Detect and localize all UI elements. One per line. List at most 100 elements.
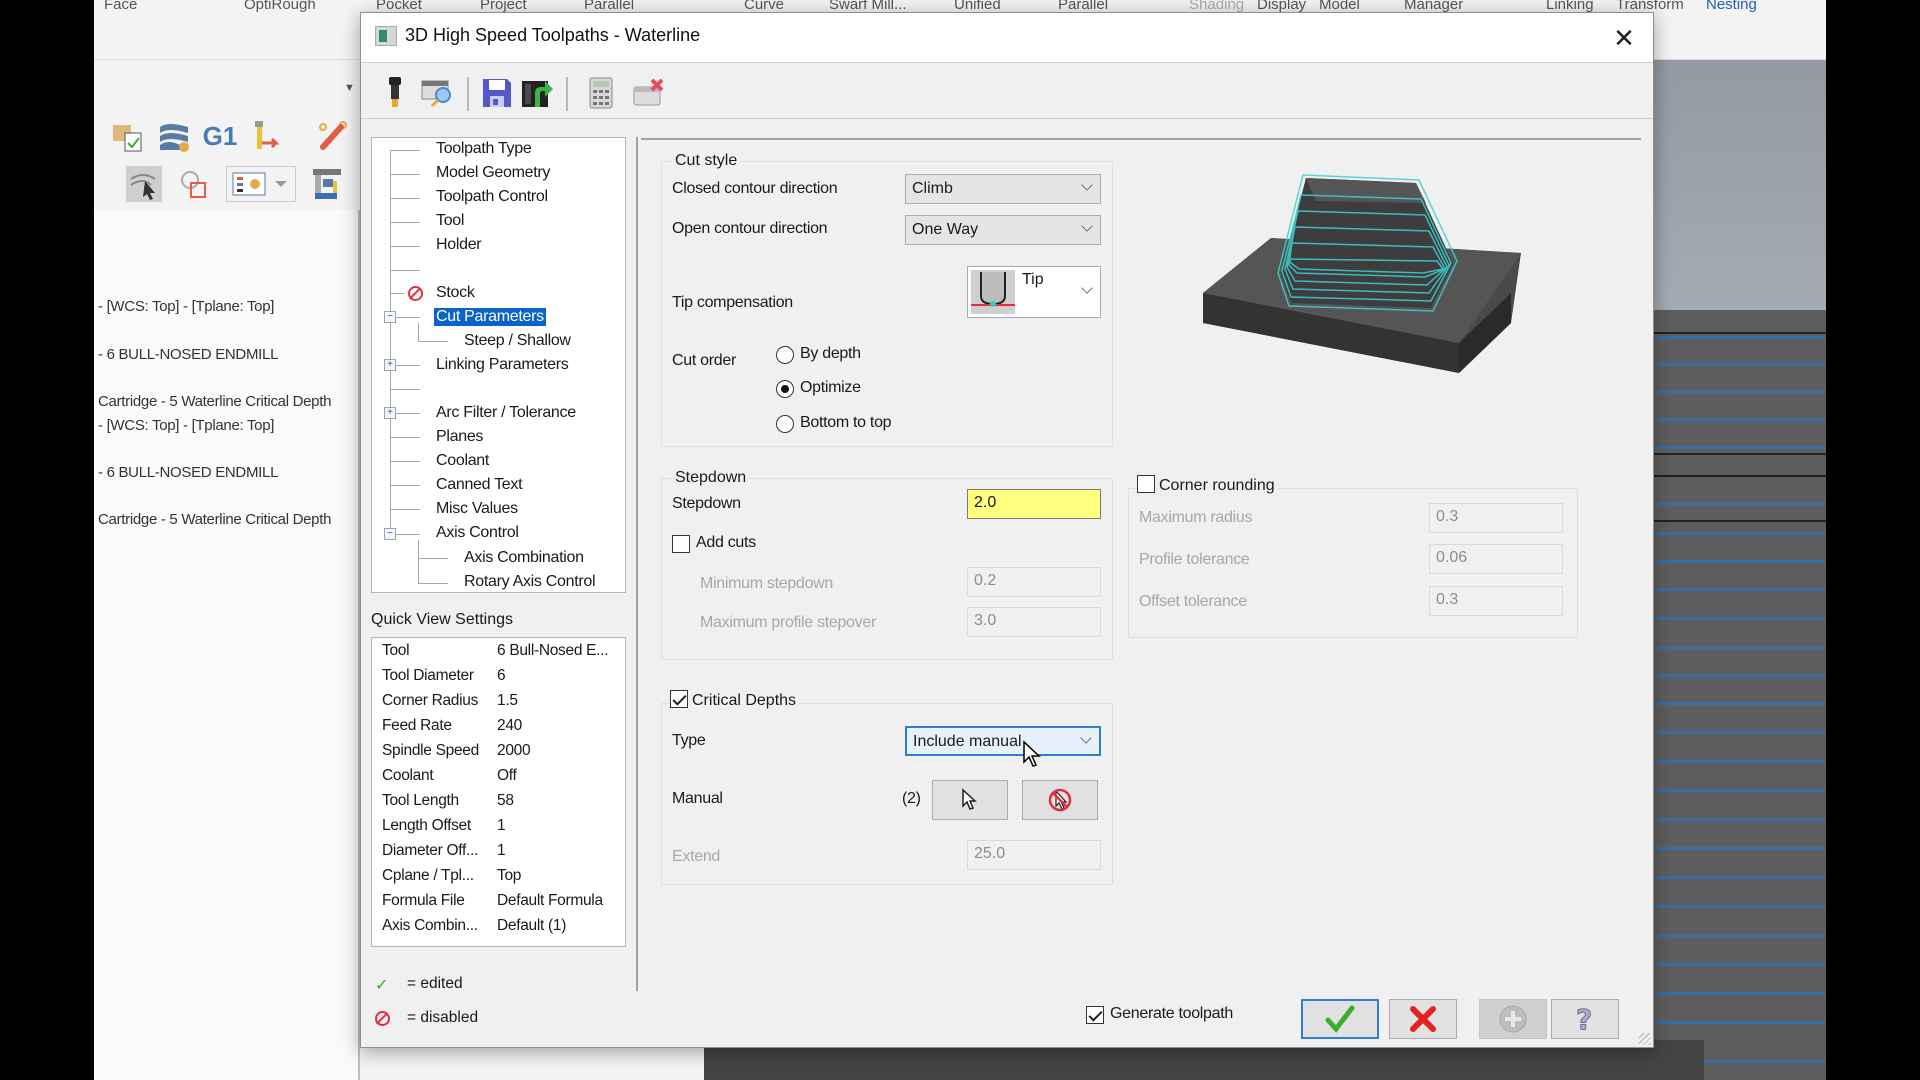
tree-item-cut-parameters[interactable]: Cut Parameters [434, 308, 546, 326]
qv-key: Formula File [382, 892, 465, 909]
qv-key: Length Offset [382, 817, 471, 834]
tree-item-coolant[interactable]: Coolant [436, 452, 489, 470]
add-operation-button[interactable] [1479, 999, 1547, 1039]
pencil-line-icon[interactable] [314, 118, 350, 154]
qv-value: 6 [497, 667, 506, 684]
remove-window-icon[interactable] [631, 75, 667, 111]
add-cuts-label[interactable]: Add cuts [696, 534, 756, 552]
ribbon-optirough[interactable]: OptiRough [244, 0, 316, 13]
profile-tolerance-input[interactable]: 0.06 [1429, 544, 1563, 574]
tree-item-canned-text[interactable]: Canned Text [436, 476, 523, 494]
cut-order-optimize-label[interactable]: Optimize [800, 379, 861, 397]
tree-item-planes[interactable]: Planes [436, 428, 483, 446]
op-line[interactable]: - 6 BULL-NOSED ENDMILL [98, 464, 278, 481]
tip-compensation-icon [971, 270, 1015, 314]
cut-order-bottom-to-top-label[interactable]: Bottom to top [800, 414, 892, 432]
help-button[interactable]: ? [1551, 999, 1619, 1039]
tree-item-linking-parameters[interactable]: Linking Parameters [436, 356, 569, 374]
max-radius-input[interactable]: 0.3 [1429, 503, 1563, 533]
critical-depth-type-select[interactable]: Include manual [905, 726, 1101, 756]
add-cuts-checkbox[interactable] [672, 535, 690, 553]
tool-post-icon[interactable] [248, 118, 284, 154]
table-row: Feed Rate 240 [382, 717, 622, 742]
tree-item-arc-filter[interactable]: Arc Filter / Tolerance [436, 404, 576, 422]
max-stepover-input[interactable]: 3.0 [967, 607, 1101, 637]
op-line[interactable]: Cartridge - 5 Waterline Critical Depth [98, 393, 331, 410]
op-line[interactable]: Cartridge - 5 Waterline Critical Depth [98, 511, 331, 528]
stepdown-input[interactable]: 2.0 [967, 489, 1101, 519]
table-row: Corner Radius 1.5 [382, 692, 622, 717]
ribbon-face[interactable]: Face [104, 0, 137, 13]
min-stepdown-input[interactable]: 0.2 [967, 567, 1101, 597]
tree-item-toolpath-control[interactable]: Toolpath Control [436, 188, 548, 206]
open-contour-value: One Way [912, 221, 979, 238]
graphics-viewport[interactable] [1654, 60, 1826, 1080]
save-icon[interactable] [479, 75, 515, 111]
shape-select-icon[interactable] [176, 166, 212, 202]
op-line[interactable]: - 6 BULL-NOSED ENDMILL [98, 346, 278, 363]
expand-icon[interactable]: + [384, 407, 396, 419]
closed-contour-value: Climb [912, 180, 953, 197]
tree-item-tool[interactable]: Tool [436, 212, 464, 230]
op-line[interactable]: - [WCS: Top] - [Tplane: Top] [98, 298, 274, 315]
collapse-icon[interactable]: − [384, 311, 396, 323]
corner-rounding-checkbox[interactable] [1137, 475, 1155, 493]
closed-contour-select[interactable]: Climb [905, 174, 1101, 204]
waves-settings-icon[interactable] [156, 118, 192, 154]
critical-depths-checkbox[interactable] [670, 690, 688, 708]
tree-item-steep-shallow[interactable]: Steep / Shallow [464, 332, 571, 350]
tree-item-misc-values[interactable]: Misc Values [436, 500, 518, 518]
qv-key: Spindle Speed [382, 742, 479, 759]
offset-tolerance-input[interactable]: 0.3 [1429, 586, 1563, 616]
generate-toolpath-label[interactable]: Generate toolpath [1110, 1005, 1233, 1023]
calculator-icon[interactable] [583, 75, 619, 111]
cut-order-by-depth-label[interactable]: By depth [800, 345, 861, 363]
generate-toolpath-checkbox[interactable] [1086, 1006, 1104, 1024]
cut-style-group: Cut style Closed contour direction Climb… [661, 152, 1113, 447]
tree-item-axis-combination[interactable]: Axis Combination [464, 549, 584, 567]
display-settings-dropdown[interactable] [226, 166, 296, 202]
table-search-icon[interactable] [419, 75, 455, 111]
question-icon: ? [1576, 1004, 1593, 1034]
export-icon[interactable] [519, 75, 555, 111]
clear-selection-icon [1048, 788, 1072, 812]
ok-button[interactable] [1301, 999, 1379, 1039]
ribbon-panel: ▼ G1 [94, 60, 364, 210]
table-row: Tool Length 58 [382, 792, 622, 817]
legend-disabled-text: = disabled [407, 1009, 479, 1026]
tip-compensation-select[interactable]: Tip [967, 266, 1101, 318]
cut-order-bottom-to-top-radio[interactable] [776, 415, 794, 433]
ribbon-collapse-icon[interactable]: ▼ [344, 82, 355, 94]
extend-input[interactable]: 25.0 [967, 840, 1101, 870]
check-icon [1325, 1005, 1355, 1033]
op-line[interactable]: - [WCS: Top] - [Tplane: Top] [98, 417, 274, 434]
tree-item-toolpath-type[interactable]: Toolpath Type [436, 140, 532, 158]
g1-code-icon[interactable]: G1 [202, 118, 238, 154]
tree-item-axis-control[interactable]: Axis Control [436, 524, 519, 542]
app-icon [375, 26, 397, 46]
cut-order-by-depth-radio[interactable] [776, 346, 794, 364]
max-stepover-label: Maximum profile stepover [700, 614, 876, 631]
tree-item-stock[interactable]: Stock [436, 284, 475, 302]
tree-item-model-geometry[interactable]: Model Geometry [436, 164, 550, 182]
cut-order-optimize-radio[interactable] [776, 380, 794, 398]
machine-simulate-icon[interactable] [310, 166, 346, 202]
tree-item-rotary-axis-control[interactable]: Rotary Axis Control [464, 573, 596, 591]
tree-item-holder[interactable]: Holder [436, 236, 482, 254]
expand-icon[interactable]: + [384, 359, 396, 371]
open-contour-select[interactable]: One Way [905, 215, 1101, 245]
select-depths-button[interactable] [932, 780, 1008, 820]
dialog-titlebar[interactable]: 3D High Speed Toolpaths - Waterline ✕ [361, 13, 1653, 63]
select-toolpath-icon[interactable] [126, 166, 162, 202]
cancel-button[interactable] [1389, 999, 1457, 1039]
close-button[interactable]: ✕ [1607, 21, 1641, 55]
stock-model-icon[interactable] [110, 118, 146, 154]
collapse-icon[interactable]: − [384, 528, 396, 540]
tool-icon[interactable] [377, 75, 413, 111]
ribbon-nesting[interactable]: Nesting [1706, 0, 1757, 13]
critical-depths-title[interactable]: Critical Depths [692, 692, 796, 709]
resize-grip[interactable] [1639, 1033, 1651, 1045]
clear-depths-button[interactable] [1022, 780, 1098, 820]
parameter-tree[interactable]: Toolpath Type Model Geometry Toolpath Co… [371, 137, 626, 593]
corner-rounding-title[interactable]: Corner rounding [1159, 477, 1275, 494]
